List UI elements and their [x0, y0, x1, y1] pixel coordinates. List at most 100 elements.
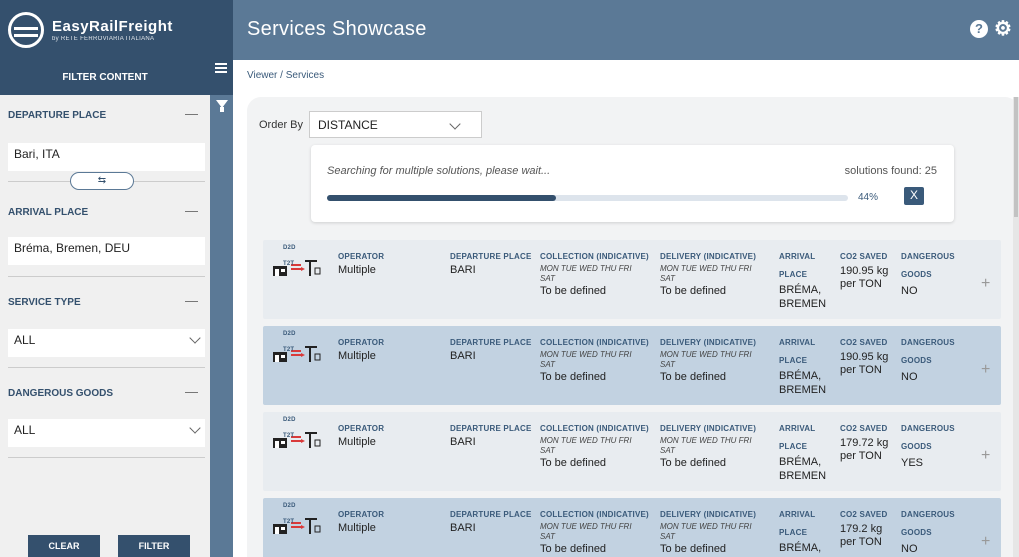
- service-code-bottom: T2T: [283, 261, 295, 267]
- dangerous-label: DANGEROUS: [901, 510, 955, 519]
- logo-subtitle: by RETE FERROVIARIA ITALIANA: [52, 35, 155, 42]
- co2-label: CO2 SAVED: [840, 252, 888, 261]
- departure-label: DEPARTURE PLACE: [450, 252, 532, 261]
- departure-place-input[interactable]: Bari, ITA: [8, 143, 205, 171]
- arrival-label-2: PLACE: [779, 270, 808, 279]
- logo-mark-icon: [8, 12, 44, 48]
- dangerous-goods-select[interactable]: ALL: [8, 419, 205, 447]
- delivery-days-2: SAT: [660, 532, 675, 541]
- delivery-label: DELIVERY (INDICATIVE): [660, 338, 757, 347]
- expand-icon[interactable]: +: [981, 447, 990, 465]
- operator-label: OPERATOR: [338, 510, 385, 519]
- funnel-icon[interactable]: [216, 100, 228, 112]
- order-by-select[interactable]: DISTANCE: [309, 111, 482, 138]
- departure-value: BARI: [450, 264, 476, 276]
- breadcrumb[interactable]: Viewer / Services: [247, 70, 324, 81]
- arrival-value-2: BREMEN: [779, 470, 827, 482]
- order-by-label: Order By: [259, 119, 304, 131]
- collapse-service-type-icon[interactable]: —: [185, 293, 198, 308]
- departure-value: BARI: [450, 436, 476, 448]
- result-row[interactable]: D2D T2T OPERATOR Multiple DEPARTURE PLAC…: [263, 240, 1001, 319]
- filter-sidebar: FILTER CONTENT: [0, 60, 210, 557]
- logo[interactable]: EasyRailFreight by RETE FERROVIARIA ITAL…: [0, 0, 233, 60]
- service-code-top: D2D: [283, 331, 296, 337]
- collapse-departure-icon[interactable]: —: [185, 106, 198, 121]
- service-type-value: ALL: [14, 333, 36, 347]
- collection-value: To be defined: [540, 543, 607, 555]
- arrival-label: ARRIVAL: [779, 338, 816, 347]
- departure-value: BARI: [450, 350, 476, 362]
- co2-unit: per TON: [840, 278, 882, 290]
- delivery-days: MON TUE WED THU FRI: [660, 350, 752, 359]
- settings-icon[interactable]: ⚙: [994, 19, 1012, 39]
- co2-unit: per TON: [840, 364, 882, 376]
- operator-value: Multiple: [338, 522, 376, 534]
- collection-days: MON TUE WED THU FRI: [540, 522, 632, 531]
- service-type-icon: [273, 432, 321, 448]
- delivery-days-2: SAT: [660, 360, 675, 369]
- departure-place-label: DEPARTURE PLACE: [8, 110, 107, 121]
- collapse-dangerous-goods-icon[interactable]: —: [185, 384, 198, 399]
- page-title: Services Showcase: [247, 18, 427, 40]
- order-by-value: DISTANCE: [318, 118, 378, 132]
- arrival-place-input[interactable]: Bréma, Bremen, DEU: [8, 237, 205, 265]
- collapse-arrival-icon[interactable]: —: [185, 203, 198, 218]
- result-row[interactable]: D2D T2T OPERATOR Multiple DEPARTURE PLAC…: [263, 412, 1001, 491]
- operator-label: OPERATOR: [338, 252, 385, 261]
- dangerous-label: DANGEROUS: [901, 338, 955, 347]
- service-code-bottom: T2T: [283, 519, 295, 525]
- dangerous-label-2: GOODS: [901, 528, 932, 537]
- arrival-value: BRÉMA,: [779, 456, 822, 468]
- help-icon[interactable]: ?: [970, 20, 988, 38]
- service-code-top: D2D: [283, 417, 296, 423]
- result-row[interactable]: D2D T2T OPERATOR Multiple DEPARTURE PLAC…: [263, 326, 1001, 405]
- delivery-label: DELIVERY (INDICATIVE): [660, 424, 757, 433]
- progress-bar-fill: [327, 195, 557, 201]
- cancel-search-button[interactable]: X: [904, 187, 924, 205]
- clear-button[interactable]: CLEAR: [28, 535, 100, 557]
- hamburger-menu-icon[interactable]: [215, 63, 227, 73]
- result-row[interactable]: D2D T2T OPERATOR Multiple DEPARTURE PLAC…: [263, 498, 1001, 557]
- operator-value: Multiple: [338, 436, 376, 448]
- delivery-label: DELIVERY (INDICATIVE): [660, 252, 757, 261]
- service-type-select[interactable]: ALL: [8, 329, 205, 357]
- scrollbar-thumb[interactable]: [1014, 97, 1018, 217]
- collection-label: COLLECTION (INDICATIVE): [540, 252, 649, 261]
- swap-places-button[interactable]: ⇆: [70, 172, 134, 190]
- expand-icon[interactable]: +: [981, 361, 990, 379]
- chevron-down-icon: [189, 332, 201, 344]
- dangerous-value: NO: [901, 543, 918, 555]
- collection-label: COLLECTION (INDICATIVE): [540, 424, 649, 433]
- collection-days-2: SAT: [540, 274, 555, 283]
- delivery-value: To be defined: [660, 543, 727, 555]
- collection-value: To be defined: [540, 457, 607, 469]
- collection-value: To be defined: [540, 371, 607, 383]
- collection-days: MON TUE WED THU FRI: [540, 350, 632, 359]
- collection-label: COLLECTION (INDICATIVE): [540, 338, 649, 347]
- collection-days-2: SAT: [540, 446, 555, 455]
- operator-label: OPERATOR: [338, 424, 385, 433]
- collection-days: MON TUE WED THU FRI: [540, 436, 632, 445]
- service-code-top: D2D: [283, 245, 296, 251]
- co2-label: CO2 SAVED: [840, 338, 888, 347]
- co2-label: CO2 SAVED: [840, 510, 888, 519]
- filter-button[interactable]: FILTER: [118, 535, 190, 557]
- search-progress-card: Searching for multiple solutions, please…: [311, 145, 954, 222]
- dangerous-label-2: GOODS: [901, 270, 932, 279]
- collection-value: To be defined: [540, 285, 607, 297]
- dangerous-value: NO: [901, 371, 918, 383]
- sidebar-title: FILTER CONTENT: [0, 60, 210, 95]
- dangerous-goods-value: ALL: [14, 423, 36, 437]
- arrival-value-2: BREMEN: [779, 384, 827, 396]
- co2-value: 179.72 kg: [840, 437, 889, 449]
- departure-label: DEPARTURE PLACE: [450, 424, 532, 433]
- expand-icon[interactable]: +: [981, 275, 990, 293]
- expand-icon[interactable]: +: [981, 533, 990, 551]
- delivery-value: To be defined: [660, 285, 727, 297]
- service-type-icon: [273, 518, 321, 534]
- dangerous-value: YES: [901, 457, 924, 469]
- co2-label: CO2 SAVED: [840, 424, 888, 433]
- collection-label: COLLECTION (INDICATIVE): [540, 510, 649, 519]
- arrival-value-2: BREMEN: [779, 298, 827, 310]
- divider: [8, 367, 205, 368]
